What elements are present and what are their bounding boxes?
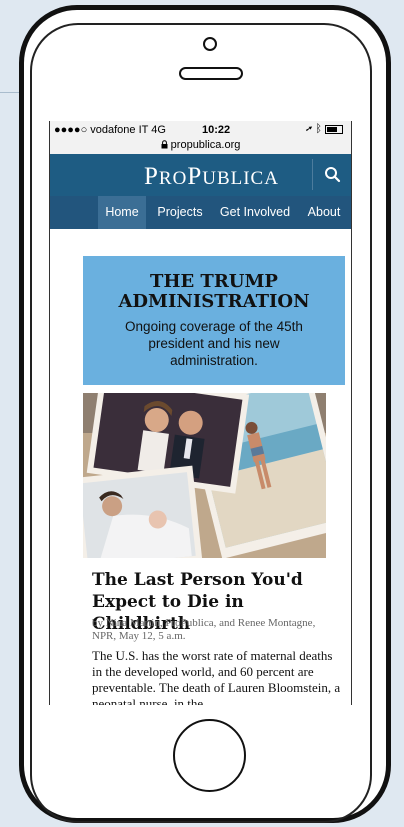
logo-initial-2: P [187, 163, 203, 190]
header-divider [312, 159, 313, 190]
nav-get-involved[interactable]: Get Involved [218, 196, 292, 229]
logo-rest-1: RO [158, 168, 188, 189]
clock: 10:22 [202, 124, 231, 136]
banner-subtitle: Ongoing coverage of the 45th president a… [125, 319, 303, 368]
nav-home[interactable]: Home [98, 196, 146, 229]
search-button[interactable] [318, 159, 348, 190]
url-text: propublica.org [170, 139, 241, 151]
propublica-logo[interactable]: PROPUBLICA [144, 163, 279, 191]
phone-screen: ●●●●○ vodafone IT 4G 10:22 ➚ ᛒ propublic… [49, 121, 352, 705]
bluetooth-icon: ᛒ [315, 123, 322, 135]
status-bar: ●●●●○ vodafone IT 4G 10:22 ➚ ᛒ propublic… [50, 121, 351, 154]
photo-collage [83, 393, 326, 558]
banner-title: THE TRUMP ADMINISTRATION [118, 271, 310, 312]
nav-projects[interactable]: Projects [154, 196, 206, 229]
article-byline: by Nina Martin, ProPublica, and Renee Mo… [92, 617, 316, 642]
home-button[interactable] [173, 719, 246, 792]
front-camera-icon [203, 37, 217, 51]
article-excerpt: The U.S. has the worst rate of maternal … [92, 648, 341, 705]
logo-initial-1: P [144, 163, 159, 190]
search-icon [325, 167, 341, 183]
logo-rest-2: UBLICA [202, 168, 279, 189]
carrier-label: ●●●●○ vodafone IT 4G [54, 124, 166, 136]
location-arrow-icon: ➚ [305, 123, 313, 135]
site-header: PROPUBLICA [50, 154, 351, 196]
speaker-grille [179, 67, 243, 80]
status-icons: ➚ ᛒ [306, 123, 343, 135]
lock-icon [161, 140, 168, 149]
address-bar[interactable]: propublica.org [50, 139, 351, 151]
article-photo[interactable] [83, 393, 326, 558]
nav-about[interactable]: About [302, 196, 346, 229]
main-nav: Home Projects Get Involved About [50, 196, 351, 229]
trump-administration-banner[interactable]: THE TRUMP ADMINISTRATION Ongoing coverag… [83, 256, 345, 385]
battery-icon [325, 124, 343, 134]
